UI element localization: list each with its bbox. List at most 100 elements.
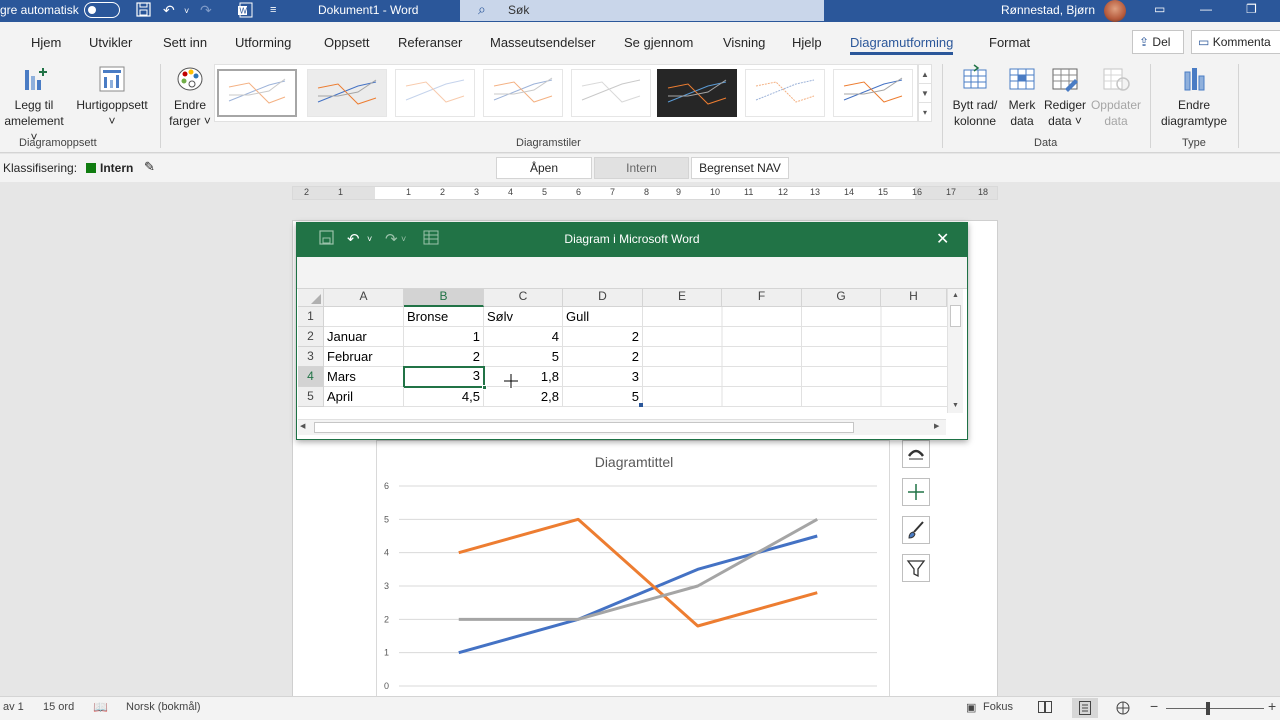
horizontal-ruler[interactable]: 2 1 1 2 3 4 5 6 7 8 9 10 11 12 13 14 15 … (292, 186, 998, 200)
page-count[interactable]: av 1 (3, 701, 24, 713)
avatar[interactable] (1104, 0, 1126, 22)
chart-style-8[interactable] (833, 69, 913, 117)
tab-hjem[interactable]: Hjem (31, 35, 61, 50)
cell-c1[interactable]: Sølv (484, 307, 563, 327)
chart-elements-button[interactable] (902, 478, 930, 506)
quick-layout-button[interactable]: Hurtigoppsett ˅ (72, 64, 152, 129)
zoom-slider[interactable] (1166, 708, 1264, 709)
close-icon[interactable]: ✕ (936, 229, 949, 249)
save-icon[interactable] (136, 2, 151, 20)
line-chart[interactable]: Diagramtittel 0 1 2 3 4 5 6 (377, 441, 891, 701)
tab-utvikler[interactable]: Utvikler (89, 35, 132, 50)
chart-style-5[interactable] (571, 69, 651, 117)
chart-styles-button[interactable] (902, 516, 930, 544)
language[interactable]: Norsk (bokmål) (126, 701, 201, 713)
tab-referanser[interactable]: Referanser (398, 35, 462, 50)
column-header-a[interactable]: A (324, 289, 404, 307)
chart-area[interactable]: Diagramtittel 0 1 2 3 4 5 6 (376, 440, 890, 700)
row-header[interactable]: 4 (298, 367, 324, 387)
empty-cells[interactable] (643, 307, 947, 407)
chart-style-4[interactable] (483, 69, 563, 117)
classification-option-intern[interactable]: Intern (594, 157, 689, 179)
series-line-bronse[interactable] (458, 534, 818, 655)
user-name[interactable]: Rønnestad, Bjørn (1001, 3, 1095, 17)
cell-a2[interactable]: Januar (324, 327, 404, 347)
column-header-b[interactable]: B (404, 289, 484, 307)
cell-c3[interactable]: 5 (484, 347, 563, 367)
tab-sett-inn[interactable]: Sett inn (163, 35, 207, 50)
cell-b2[interactable]: 1 (404, 327, 484, 347)
word-doc-icon[interactable]: W (238, 2, 254, 21)
chart-style-1[interactable] (217, 69, 297, 117)
cell-b3[interactable]: 2 (404, 347, 484, 367)
tab-visning[interactable]: Visning (723, 35, 765, 50)
column-header-d[interactable]: D (563, 289, 643, 307)
tab-oppsett[interactable]: Oppsett (324, 35, 370, 50)
classification-option-begrenset[interactable]: Begrenset NAV (691, 157, 789, 179)
cell-d1[interactable]: Gull (563, 307, 643, 327)
horizontal-scrollbar[interactable]: ◀ ▶ (298, 419, 946, 435)
chart-style-6[interactable] (657, 69, 737, 117)
cell-a1[interactable] (324, 307, 404, 327)
zoom-in-icon[interactable]: + (1268, 698, 1276, 714)
range-resize-handle[interactable] (639, 403, 643, 407)
proofing-icon[interactable]: 📖 (93, 700, 108, 714)
tab-diagramutforming[interactable]: Diagramutforming (850, 35, 954, 55)
classification-option-apen[interactable]: Åpen (496, 157, 592, 179)
layout-options-button[interactable] (902, 440, 930, 468)
redo-icon[interactable]: ↷ (200, 2, 212, 19)
scroll-down-icon[interactable]: ▼ (948, 399, 963, 413)
zoom-slider-thumb[interactable] (1206, 702, 1210, 715)
comments-button[interactable]: ▭ Kommenta (1191, 30, 1280, 54)
chart-filters-button[interactable] (902, 554, 930, 582)
cell-b1[interactable]: Bronse (404, 307, 484, 327)
focus-icon[interactable]: ▣ (966, 701, 976, 714)
select-data-button[interactable]: Merk data (1004, 64, 1040, 129)
series-line-sølv[interactable] (458, 517, 818, 628)
cell-c5[interactable]: 2,8 (484, 387, 563, 407)
row-header[interactable]: 1 (298, 307, 324, 327)
undo-dropdown-icon[interactable]: ˅ (184, 6, 189, 16)
chart-style-7[interactable] (745, 69, 825, 117)
change-colors-button[interactable]: Endre farger ˅ (166, 64, 214, 129)
cell-d4[interactable]: 3 (563, 367, 643, 387)
horizontal-scroll-thumb[interactable] (314, 422, 854, 433)
cell-a3[interactable]: Februar (324, 347, 404, 367)
chart-style-3[interactable] (395, 69, 475, 117)
cell-a5[interactable]: April (324, 387, 404, 407)
scroll-right-icon[interactable]: ▶ (934, 422, 939, 430)
tab-hjelp[interactable]: Hjelp (792, 35, 822, 50)
read-mode-icon[interactable] (1038, 701, 1052, 716)
cell-c4[interactable]: 1,8 (484, 367, 563, 387)
print-layout-icon[interactable] (1072, 698, 1098, 718)
column-header-e[interactable]: E (643, 289, 722, 307)
cell-d2[interactable]: 2 (563, 327, 643, 347)
column-header-f[interactable]: F (722, 289, 802, 307)
chart-style-2[interactable] (307, 69, 387, 117)
row-header[interactable]: 2 (298, 327, 324, 347)
tab-format[interactable]: Format (989, 35, 1030, 50)
row-header[interactable]: 5 (298, 387, 324, 407)
column-header-g[interactable]: G (802, 289, 881, 307)
fill-handle[interactable] (482, 385, 487, 390)
column-header-h[interactable]: H (881, 289, 947, 307)
scroll-left-icon[interactable]: ◀ (300, 422, 305, 430)
undo-icon[interactable]: ↶ (163, 2, 175, 19)
chart-title[interactable]: Diagramtittel (595, 454, 674, 470)
cell-a4[interactable]: Mars (324, 367, 404, 387)
web-layout-icon[interactable] (1116, 701, 1130, 718)
vertical-scroll-thumb[interactable] (950, 305, 961, 327)
select-all-corner[interactable] (298, 289, 324, 307)
add-chart-element-button[interactable]: Legg til amelement ˅ (0, 64, 68, 145)
series-line-gull[interactable] (458, 518, 818, 621)
pencil-icon[interactable]: ✎ (144, 159, 155, 175)
row-header[interactable]: 3 (298, 347, 324, 367)
customize-toolbar-icon[interactable]: ≡ (270, 4, 276, 16)
cell-b5[interactable]: 4,5 (404, 387, 484, 407)
cell-b4[interactable]: 3 (403, 366, 485, 388)
tab-se-gjennom[interactable]: Se gjennom (624, 35, 693, 50)
autosave-toggle[interactable] (84, 2, 120, 18)
cell-d3[interactable]: 2 (563, 347, 643, 367)
minimize-icon[interactable]: — (1200, 2, 1212, 16)
cell-c2[interactable]: 4 (484, 327, 563, 347)
